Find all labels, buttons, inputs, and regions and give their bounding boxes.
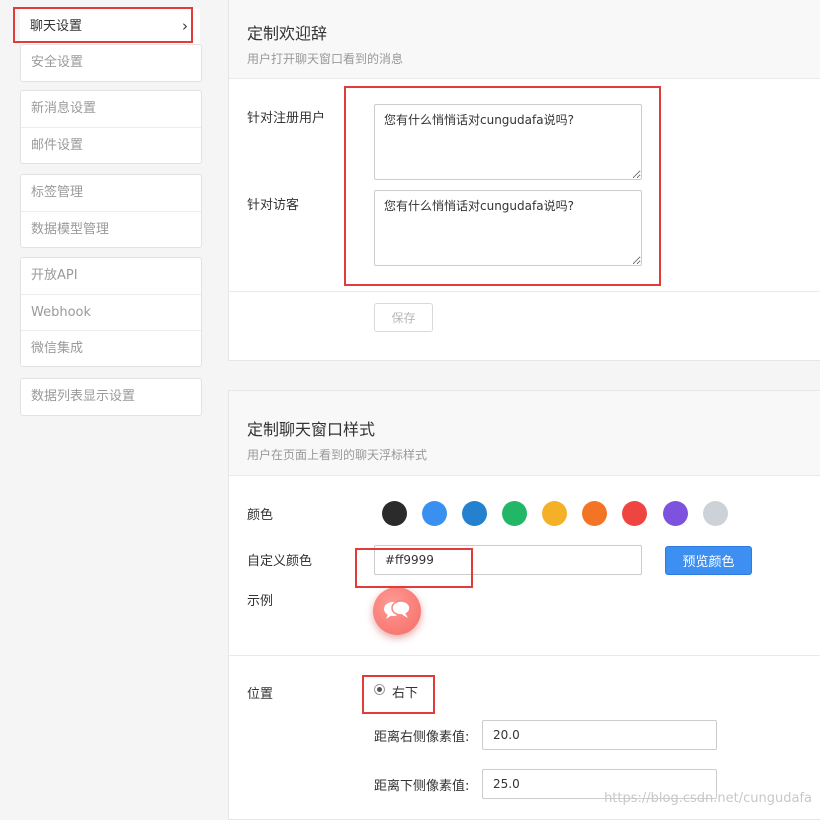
visitor-welcome-textarea[interactable] [374,190,642,266]
color-swatch-yellow[interactable] [542,501,567,526]
right-offset-input[interactable] [482,720,717,750]
sidebar-item-data-model[interactable]: 数据模型管理 [21,211,201,247]
color-swatch-blue[interactable] [422,501,447,526]
preview-color-button[interactable]: 预览颜色 [665,546,752,575]
position-radio-bottom-right[interactable] [374,684,385,695]
style-panel-subtitle: 用户在页面上看到的聊天浮标样式 [247,448,428,462]
color-label: 颜色 [247,508,274,523]
settings-sidebar: 聊天设置 › 安全设置 新消息设置 邮件设置 标签管理 数据模型管理 开放API… [0,0,205,814]
sidebar-item-security[interactable]: 安全设置 [21,45,201,81]
sidebar-item-tags[interactable]: 标签管理 [21,175,201,211]
welcome-panel-title: 定制欢迎辞 [247,24,328,43]
registered-user-label: 针对注册用户 [247,111,326,126]
chat-bubbles-icon [384,600,411,619]
style-panel-title: 定制聊天窗口样式 [247,420,376,439]
sidebar-item-email[interactable]: 邮件设置 [21,127,201,163]
color-swatch-orange[interactable] [582,501,607,526]
custom-color-label: 自定义颜色 [247,554,313,569]
visitor-label: 针对访客 [247,198,300,213]
welcome-panel-header: 定制欢迎辞 用户打开聊天窗口看到的消息 [229,0,820,79]
sidebar-item-chat-settings[interactable]: 聊天设置 › [20,9,200,44]
position-option-label[interactable]: 右下 [392,682,418,701]
registered-user-welcome-textarea[interactable] [374,104,642,180]
welcome-panel-subtitle: 用户打开聊天窗口看到的消息 [247,52,404,66]
color-swatch-purple[interactable] [663,501,688,526]
save-button[interactable]: 保存 [374,303,433,332]
style-panel-header: 定制聊天窗口样式 用户在页面上看到的聊天浮标样式 [229,391,820,476]
example-label: 示例 [247,594,274,609]
color-swatch-dark-blue[interactable] [462,501,487,526]
sidebar-item-list-display[interactable]: 数据列表显示设置 [21,379,201,415]
sidebar-item-new-message[interactable]: 新消息设置 [21,91,201,127]
sidebar-item-open-api[interactable]: 开放API [21,258,201,294]
custom-color-input[interactable] [374,545,642,575]
sidebar-item-label: 聊天设置 [30,19,83,34]
sidebar-group-data: 标签管理 数据模型管理 [20,174,202,248]
color-swatch-green[interactable] [502,501,527,526]
sidebar-item-wechat[interactable]: 微信集成 [21,330,201,366]
color-swatch-red[interactable] [622,501,647,526]
sidebar-group-security: 安全设置 [20,44,202,82]
bottom-offset-label: 距离下侧像素值: [374,779,470,794]
chat-float-button-preview [373,587,421,635]
welcome-message-panel: 定制欢迎辞 用户打开聊天窗口看到的消息 针对注册用户 针对访客 保存 [228,0,820,361]
color-swatch-black[interactable] [382,501,407,526]
right-offset-label: 距离右侧像素值: [374,730,470,745]
style-divider [229,655,820,656]
sidebar-group-list-display: 数据列表显示设置 [20,378,202,416]
position-label: 位置 [247,687,274,702]
watermark-text: https://blog.csdn.net/cungudafa [604,791,812,806]
chat-window-style-panel: 定制聊天窗口样式 用户在页面上看到的聊天浮标样式 颜色 自定义颜色 预览颜色 示… [228,390,820,820]
chevron-right-icon: › [182,17,188,35]
sidebar-item-webhook[interactable]: Webhook [21,294,201,330]
sidebar-group-notifications: 新消息设置 邮件设置 [20,90,202,164]
color-swatch-gray[interactable] [703,501,728,526]
sidebar-group-integrations: 开放API Webhook 微信集成 [20,257,202,367]
welcome-divider [229,291,820,292]
